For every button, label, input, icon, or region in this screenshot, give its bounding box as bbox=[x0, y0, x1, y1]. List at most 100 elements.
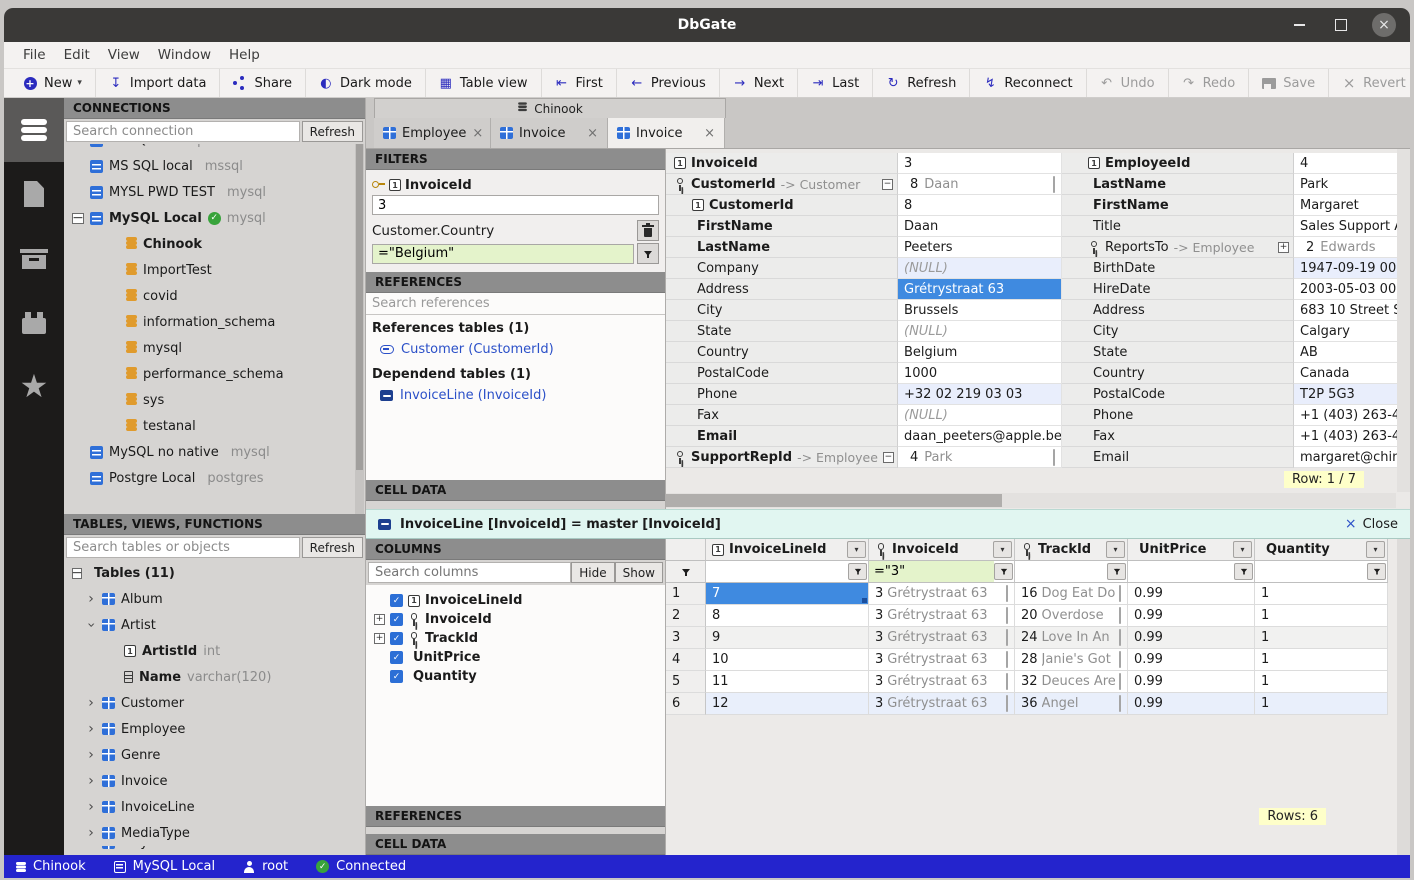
form-field-label-cell[interactable]: City bbox=[666, 300, 898, 321]
columns-search-input[interactable] bbox=[368, 562, 571, 583]
tables-refresh-button[interactable]: Refresh bbox=[302, 537, 363, 558]
quantity-cell[interactable]: 1 bbox=[1255, 693, 1388, 715]
form-field-label-cell[interactable]: FirstName bbox=[666, 216, 898, 237]
status-item[interactable]: Chinook bbox=[16, 859, 86, 874]
form-field-label-cell[interactable]: 1 EmployeeId bbox=[1062, 153, 1294, 174]
toolbar-button[interactable]: First bbox=[542, 69, 617, 97]
column-dropdown-button[interactable] bbox=[1233, 541, 1252, 558]
column-checkbox[interactable] bbox=[390, 594, 403, 607]
row-number-cell[interactable]: 4 bbox=[666, 649, 706, 671]
connection-item[interactable]: testanal bbox=[64, 413, 365, 439]
form-field-label-cell[interactable]: Email bbox=[666, 426, 898, 447]
unitprice-cell[interactable]: 0.99 bbox=[1128, 583, 1255, 605]
row-number-cell[interactable]: 2 bbox=[666, 605, 706, 627]
row-number-cell[interactable]: 1 bbox=[666, 583, 706, 605]
form-field-label-cell[interactable]: 1 InvoiceId bbox=[666, 153, 898, 174]
open-cell-detail-button[interactable] bbox=[1119, 586, 1121, 601]
form-field-label-cell[interactable]: State bbox=[666, 321, 898, 342]
row-number-cell[interactable]: 3 bbox=[666, 627, 706, 649]
open-cell-detail-button[interactable] bbox=[1006, 630, 1008, 645]
tree-chevron-icon[interactable] bbox=[86, 721, 96, 737]
open-cell-detail-button[interactable] bbox=[1053, 177, 1055, 192]
invoicelineid-cell[interactable]: 8 bbox=[706, 605, 869, 627]
tree-chevron-icon[interactable] bbox=[86, 695, 96, 711]
form-field-label-cell[interactable]: PostalCode bbox=[1062, 384, 1294, 405]
form-field-label-cell[interactable]: Country bbox=[666, 342, 898, 363]
connection-item[interactable]: MySQL no native mysql bbox=[64, 439, 365, 465]
connection-item[interactable]: Chinook bbox=[64, 231, 365, 257]
column-check-row[interactable]: TrackId bbox=[370, 629, 661, 648]
filter-button[interactable] bbox=[1107, 563, 1126, 580]
form-field-label-cell[interactable]: PostalCode bbox=[666, 363, 898, 384]
tree-chevron-icon[interactable] bbox=[86, 773, 96, 789]
open-cell-detail-button[interactable] bbox=[1006, 608, 1008, 623]
fk-expand-toggle[interactable] bbox=[1278, 242, 1289, 253]
tree-chevron-icon[interactable] bbox=[86, 799, 96, 815]
column-filter-input[interactable] bbox=[1255, 561, 1367, 582]
invoicelineid-cell[interactable]: 9 bbox=[706, 627, 869, 649]
open-cell-detail-button[interactable] bbox=[1119, 630, 1121, 645]
form-field-label-cell[interactable]: LastName bbox=[1062, 174, 1294, 195]
form-field-value-cell[interactable]: T2P 5G3 bbox=[1294, 384, 1410, 405]
fk-expand-toggle[interactable] bbox=[882, 179, 893, 190]
connection-item[interactable]: mysql bbox=[64, 335, 365, 361]
open-cell-detail-button[interactable] bbox=[1006, 674, 1008, 689]
form-field-value-cell[interactable]: Daan bbox=[898, 216, 1062, 237]
open-cell-detail-button[interactable] bbox=[1006, 652, 1008, 667]
column-filter-input[interactable] bbox=[1128, 561, 1234, 582]
toolbar-button[interactable]: Share bbox=[220, 69, 306, 97]
maximize-button[interactable] bbox=[1330, 14, 1352, 36]
close-button[interactable]: × bbox=[1372, 13, 1396, 37]
open-cell-detail-button[interactable] bbox=[1119, 696, 1121, 711]
invoiceid-cell[interactable]: 3 Grétrystraat 63 bbox=[869, 605, 1015, 627]
form-field-label-cell[interactable]: 1 CustomerId bbox=[666, 195, 898, 216]
form-field-label-cell[interactable]: Email bbox=[1062, 447, 1294, 468]
apply-filter-button[interactable] bbox=[637, 243, 659, 264]
form-field-label-cell[interactable]: Phone bbox=[666, 384, 898, 405]
column-expand-box[interactable] bbox=[374, 633, 385, 644]
invoicelineid-cell[interactable]: 10 bbox=[706, 649, 869, 671]
open-cell-detail-button[interactable] bbox=[1119, 652, 1121, 667]
form-field-value-cell[interactable]: 8 bbox=[898, 195, 1062, 216]
form-field-value-cell[interactable]: (NULL) bbox=[898, 258, 1062, 279]
toolbar-button[interactable]: Table view bbox=[426, 69, 542, 97]
form-field-value-cell[interactable]: Peeters bbox=[898, 237, 1062, 258]
connection-item[interactable]: sys bbox=[64, 387, 365, 413]
form-field-label-cell[interactable]: City bbox=[1062, 321, 1294, 342]
form-field-label-cell[interactable]: HireDate bbox=[1062, 279, 1294, 300]
tree-item[interactable]: Playlist bbox=[64, 846, 365, 855]
menu-item[interactable]: Edit bbox=[55, 47, 99, 63]
trackid-cell[interactable]: 32 Deuces Are W bbox=[1015, 671, 1128, 693]
form-field-value-cell[interactable]: +1 (403) 263-4423 bbox=[1294, 405, 1410, 426]
open-cell-detail-button[interactable] bbox=[1006, 586, 1008, 601]
form-field-value-cell[interactable]: 1947-09-19 00:00: bbox=[1294, 258, 1410, 279]
connection-item[interactable]: covid bbox=[64, 283, 365, 309]
toolbar-button[interactable]: Import data bbox=[96, 69, 221, 97]
form-field-value-cell[interactable]: Sales Support Age bbox=[1294, 216, 1410, 237]
connections-search-input[interactable] bbox=[66, 121, 300, 142]
filter-button[interactable] bbox=[1234, 563, 1253, 580]
quantity-cell[interactable]: 1 bbox=[1255, 605, 1388, 627]
invoiceid-cell[interactable]: 3 Grétrystraat 63 bbox=[869, 627, 1015, 649]
tree-item[interactable]: Invoice bbox=[64, 768, 365, 794]
column-check-row[interactable]: UnitPrice bbox=[370, 648, 661, 667]
column-dropdown-button[interactable] bbox=[847, 541, 866, 558]
form-field-value-cell[interactable]: Grétrystraat 63 bbox=[898, 279, 1062, 300]
tree-item[interactable]: MediaType bbox=[64, 820, 365, 846]
status-item[interactable]: root bbox=[243, 859, 288, 874]
filter-button[interactable] bbox=[1367, 563, 1386, 580]
invoicelineid-cell[interactable]: 12 bbox=[706, 693, 869, 715]
column-checkbox[interactable] bbox=[390, 670, 403, 683]
minimize-button[interactable] bbox=[1288, 14, 1310, 36]
toolbar-button[interactable]: Dark mode bbox=[306, 69, 426, 97]
form-field-value-cell[interactable]: (NULL) bbox=[898, 405, 1062, 426]
toolbar-button[interactable]: Last bbox=[798, 69, 873, 97]
connection-item[interactable]: MYSL PWD TEST mysql bbox=[64, 179, 365, 205]
toolbar-button[interactable]: Undo bbox=[1087, 69, 1169, 97]
connection-item[interactable]: MySQL Local mysql bbox=[64, 205, 365, 231]
column-check-row[interactable]: 1 InvoiceLineId bbox=[370, 591, 661, 610]
open-cell-detail-button[interactable] bbox=[1006, 696, 1008, 711]
toolbar-button[interactable]: Next bbox=[720, 69, 798, 97]
form-field-value-cell[interactable]: 2003-05-03 00:00: bbox=[1294, 279, 1410, 300]
column-filter-input[interactable] bbox=[1015, 561, 1107, 582]
